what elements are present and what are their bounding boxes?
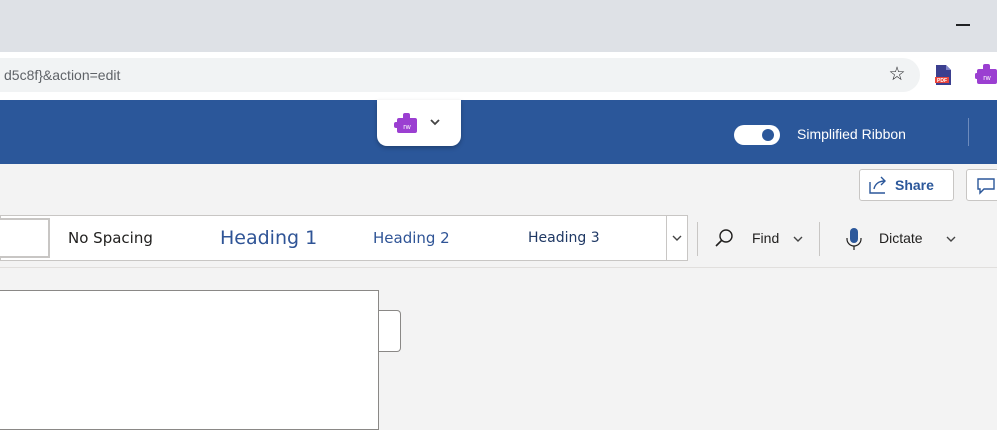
simplified-ribbon-label: Simplified Ribbon	[797, 126, 906, 142]
bookmark-star-icon[interactable]: ☆	[886, 64, 908, 86]
styles-more-button[interactable]	[666, 215, 687, 261]
share-icon	[868, 176, 888, 194]
chevron-down-icon[interactable]	[945, 232, 957, 244]
style-item-no-spacing[interactable]: No Spacing	[68, 215, 153, 261]
toggle-knob	[762, 129, 774, 141]
svg-text:PDF: PDF	[937, 78, 947, 84]
svg-text:rw: rw	[983, 75, 991, 82]
ribbon-divider	[819, 222, 820, 256]
read-write-puzzle-icon[interactable]: rw	[393, 111, 419, 135]
svg-text:rw: rw	[403, 124, 411, 131]
address-bar[interactable]	[0, 58, 920, 92]
share-row	[0, 164, 997, 208]
minimize-button[interactable]	[949, 10, 977, 38]
style-item-heading-2[interactable]: Heading 2	[373, 215, 450, 261]
style-item-normal[interactable]	[0, 218, 50, 258]
chevron-down-icon[interactable]	[428, 115, 442, 129]
style-item-heading-3[interactable]: Heading 3	[528, 215, 600, 261]
browser-title-bar	[0, 0, 997, 52]
share-button-label[interactable]: Share	[895, 177, 934, 193]
find-button[interactable]: Find	[752, 230, 779, 246]
microphone-icon[interactable]	[845, 226, 863, 252]
address-bar-url[interactable]: d5c8f}&action=edit	[4, 67, 120, 83]
comment-icon	[976, 177, 996, 195]
chevron-down-icon	[672, 235, 682, 241]
pdf-extension-icon[interactable]: PDF	[933, 64, 953, 86]
search-icon[interactable]	[714, 228, 734, 248]
read-write-toolbar-tab[interactable]	[377, 100, 461, 146]
chevron-down-icon[interactable]	[792, 232, 804, 244]
header-divider	[968, 118, 969, 146]
ribbon-divider	[697, 222, 698, 256]
page-side-tab[interactable]	[379, 310, 401, 352]
read-write-extension-icon[interactable]: rw	[975, 62, 997, 86]
document-page[interactable]	[0, 290, 379, 430]
style-item-heading-1[interactable]: Heading 1	[220, 215, 317, 261]
dictate-button[interactable]: Dictate	[879, 230, 923, 246]
